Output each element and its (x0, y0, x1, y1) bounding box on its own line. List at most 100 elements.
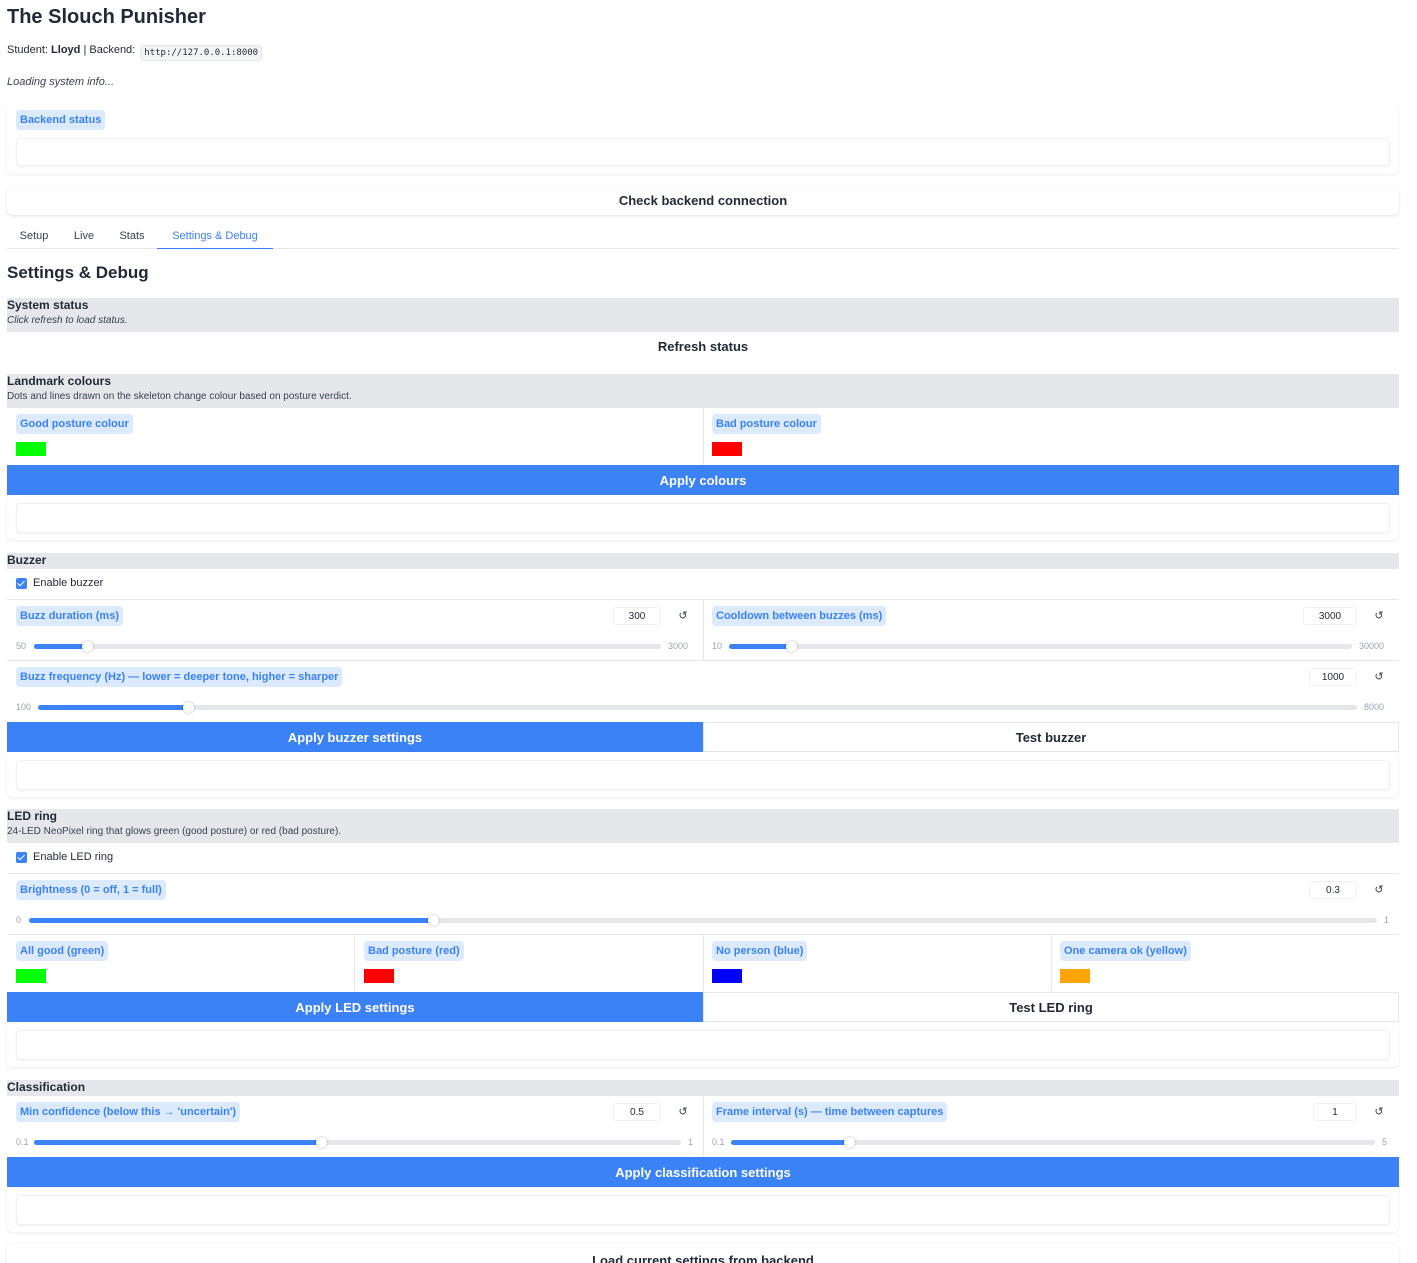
led-colour-no-person-swatch[interactable] (712, 969, 742, 983)
cooldown-min: 10 (712, 641, 723, 651)
buzzer-status-panel (7, 752, 1399, 797)
test-led-button[interactable]: Test LED ring (703, 992, 1399, 1022)
slider-thumb[interactable] (316, 1137, 327, 1148)
buzzer-title: Buzzer (7, 553, 47, 567)
led-status-output (16, 1030, 1390, 1060)
divider (354, 935, 355, 991)
check-backend-button[interactable]: Check backend connection (7, 186, 1399, 215)
frame-interval-input[interactable]: 1 (1313, 1103, 1357, 1121)
app-title: The Slouch Punisher (7, 6, 206, 28)
led-status-panel (7, 1022, 1399, 1067)
apply-buzzer-button[interactable]: Apply buzzer settings (7, 722, 703, 752)
cooldown-slider[interactable] (729, 641, 1352, 652)
brightness-reset-icon[interactable]: ↺ (1373, 883, 1385, 897)
slider-fill (34, 1140, 321, 1145)
enable-led-checkbox[interactable] (16, 852, 27, 863)
enable-buzzer-label: Enable buzzer (33, 577, 104, 589)
good-posture-colour-cell: Good posture colour (7, 408, 703, 465)
led-colour-one-camera-swatch[interactable] (1060, 969, 1090, 983)
brightness-slider[interactable] (29, 915, 1377, 926)
page-heading: Settings & Debug (7, 263, 149, 282)
load-settings-button[interactable]: Load current settings from backend (7, 1244, 1399, 1263)
apply-classification-button[interactable]: Apply classification settings (7, 1157, 1399, 1187)
bad-posture-colour-label: Bad posture colour (712, 414, 821, 434)
buzz-duration-min: 50 (16, 641, 27, 651)
frame-interval-max: 5 (1382, 1137, 1388, 1147)
divider (703, 1097, 704, 1157)
led-ring-title: LED ring (7, 809, 57, 823)
backend-status-panel: Backend status (7, 104, 1399, 174)
buzz-frequency-max: 8000 (1364, 702, 1385, 712)
min-confidence-label: Min confidence (below this → 'uncertain'… (16, 1102, 241, 1122)
buzz-frequency-min: 100 (16, 702, 32, 712)
slider-thumb[interactable] (844, 1137, 855, 1148)
led-ring-description: 24-LED NeoPixel ring that glows green (g… (7, 826, 342, 837)
landmark-colours-title: Landmark colours (7, 374, 112, 388)
slider-thumb[interactable] (82, 641, 93, 652)
buzz-duration-input[interactable]: 300 (613, 607, 661, 625)
cooldown-max: 30000 (1359, 641, 1385, 651)
tab-setup[interactable]: Setup (11, 226, 57, 249)
min-confidence-input[interactable]: 0.5 (613, 1103, 661, 1121)
buzz-frequency-input[interactable]: 1000 (1309, 668, 1357, 686)
tab-settings-debug[interactable]: Settings & Debug (157, 226, 273, 249)
cooldown-input[interactable]: 3000 (1303, 607, 1357, 625)
frame-interval-slider[interactable] (731, 1137, 1375, 1148)
student-label: Student: (7, 44, 48, 56)
classification-status-output (16, 1195, 1390, 1225)
divider (703, 935, 704, 991)
divider (703, 600, 704, 660)
bad-posture-colour-swatch[interactable] (712, 442, 742, 456)
system-status-header: System status Click refresh to load stat… (7, 298, 1399, 332)
brightness-input[interactable]: 0.3 (1309, 881, 1357, 899)
led-ring-header: LED ring 24-LED NeoPixel ring that glows… (7, 809, 1399, 843)
test-buzzer-button[interactable]: Test buzzer (703, 722, 1399, 752)
buzzer-status-output (16, 760, 1390, 790)
landmark-colours-description: Dots and lines drawn on the skeleton cha… (7, 391, 352, 402)
brightness-label: Brightness (0 = off, 1 = full) (16, 880, 166, 900)
enable-led-label: Enable LED ring (33, 851, 114, 863)
bad-posture-colour-cell: Bad posture colour (704, 408, 1399, 465)
slider-fill (34, 644, 87, 649)
led-colour-all-good-swatch[interactable] (16, 969, 46, 983)
good-posture-colour-swatch[interactable] (16, 442, 46, 456)
slider-fill (729, 644, 791, 649)
buzz-duration-reset-icon[interactable]: ↺ (677, 609, 689, 623)
system-status-title: System status (7, 298, 89, 312)
apply-colours-button[interactable]: Apply colours (7, 465, 1399, 495)
divider (1051, 935, 1052, 991)
refresh-status-button[interactable]: Refresh status (7, 332, 1399, 361)
classification-header: Classification (7, 1080, 1399, 1096)
led-colour-bad-posture-swatch[interactable] (364, 969, 394, 983)
buzz-frequency-slider[interactable] (38, 702, 1357, 713)
backend-status-output (16, 138, 1390, 166)
backend-url: http://127.0.0.1:8000 (140, 45, 263, 61)
apply-led-button[interactable]: Apply LED settings (7, 992, 703, 1022)
buzz-duration-label: Buzz duration (ms) (16, 606, 123, 626)
cooldown-reset-icon[interactable]: ↺ (1373, 609, 1385, 623)
system-status-description: Click refresh to load status. (7, 315, 128, 326)
landmark-colours-header: Landmark colours Dots and lines drawn on… (7, 374, 1399, 408)
frame-interval-reset-icon[interactable]: ↺ (1373, 1105, 1385, 1119)
buzz-duration-slider[interactable] (34, 641, 661, 652)
slider-thumb[interactable] (428, 915, 439, 926)
buzz-duration-max: 3000 (668, 641, 689, 651)
min-confidence-reset-icon[interactable]: ↺ (677, 1105, 689, 1119)
divider (7, 660, 1399, 661)
backend-status-label: Backend status (16, 110, 106, 130)
buzzer-header: Buzzer (7, 553, 1399, 569)
frame-interval-min: 0.1 (712, 1137, 725, 1147)
enable-buzzer-checkbox[interactable] (16, 578, 27, 589)
led-colour-all-good-label: All good (green) (16, 941, 109, 961)
slider-thumb[interactable] (183, 702, 194, 713)
min-confidence-slider[interactable] (34, 1137, 681, 1148)
colours-status-output (16, 503, 1390, 533)
tab-bar: Setup Live Stats Settings & Debug (7, 226, 1399, 249)
colours-status-panel (7, 495, 1399, 540)
tab-stats[interactable]: Stats (111, 226, 153, 249)
tab-live[interactable]: Live (65, 226, 103, 249)
slider-fill (29, 918, 433, 923)
student-name: Lloyd (51, 44, 81, 56)
slider-thumb[interactable] (786, 641, 797, 652)
buzz-frequency-reset-icon[interactable]: ↺ (1373, 670, 1385, 684)
